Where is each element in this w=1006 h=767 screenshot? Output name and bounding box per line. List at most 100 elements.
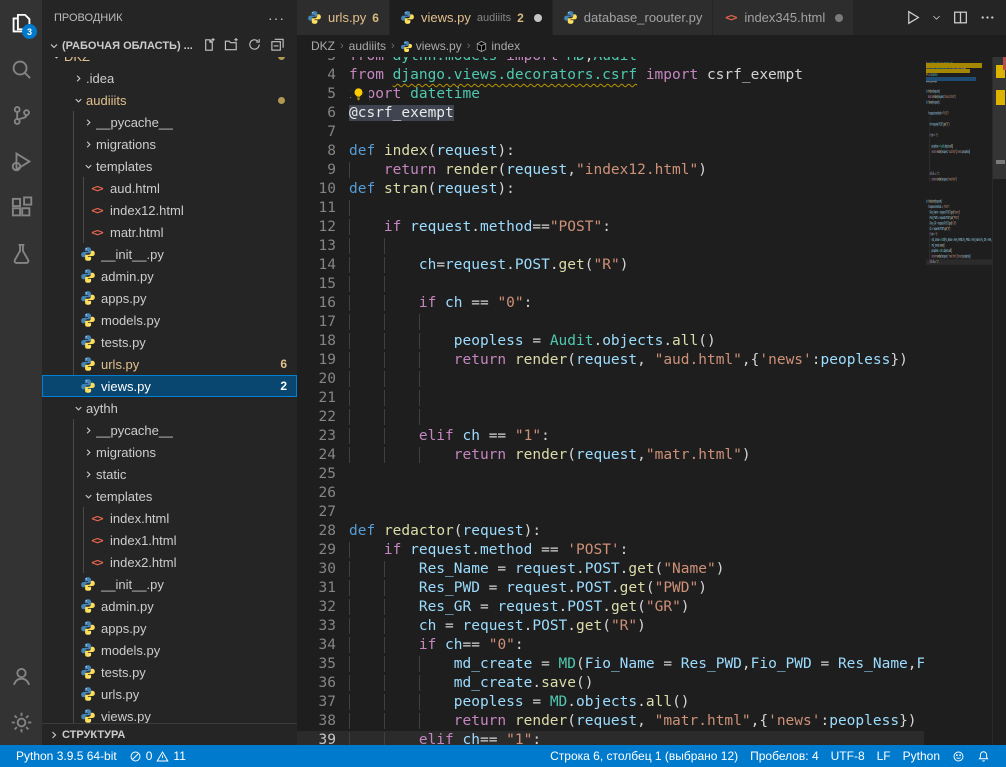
refresh-icon[interactable]: [247, 37, 262, 55]
tree-folder-DKZ[interactable]: DKZ: [42, 57, 297, 67]
breadcrumb-item-index[interactable]: index: [475, 39, 520, 53]
code-line-25[interactable]: 25: [297, 465, 924, 484]
code-line-33[interactable]: 33 ch = request.POST.get("R"): [297, 617, 924, 636]
overview-ruler-scrollbar[interactable]: [992, 57, 1006, 745]
code-line-3[interactable]: 3from aythh.models import MD,Audit: [297, 57, 924, 66]
code-line-34[interactable]: 34 if ch== "0":: [297, 636, 924, 655]
code-line-28[interactable]: 28def redactor(request):: [297, 522, 924, 541]
minimap[interactable]: 3from aythh.models import MD,Audit4from …: [924, 57, 992, 745]
tree-file-tests.py[interactable]: tests.py: [42, 331, 297, 353]
tree-file-__init__.py[interactable]: __init__.py: [42, 243, 297, 265]
run-icon[interactable]: [904, 9, 921, 26]
code-line-22[interactable]: 22: [297, 408, 924, 427]
tree-folder-templates[interactable]: templates: [42, 155, 297, 177]
code-line-6[interactable]: 6@csrf_exempt: [297, 104, 924, 123]
workspace-section-header[interactable]: (РАБОЧАЯ ОБЛАСТЬ) ...: [42, 35, 297, 57]
code-line-31[interactable]: 31 Res_PWD = request.POST.get("PWD"): [297, 579, 924, 598]
activity-settings-button[interactable]: [0, 699, 42, 745]
code-line-17[interactable]: 17: [297, 313, 924, 332]
tree-file-aud.html[interactable]: <>aud.html: [42, 177, 297, 199]
code-line-37[interactable]: 37 peopless = MD.objects.all(): [297, 693, 924, 712]
activity-source-control-button[interactable]: [0, 92, 42, 138]
tab-urls.py[interactable]: urls.py6: [297, 0, 390, 35]
code-line-10[interactable]: 10def stran(request):: [297, 180, 924, 199]
tree-file-matr.html[interactable]: <>matr.html: [42, 221, 297, 243]
activity-extensions-button[interactable]: [0, 184, 42, 230]
unsaved-dot-indicator[interactable]: [534, 14, 542, 22]
activity-testing-button[interactable]: [0, 230, 42, 276]
tree-folder-templates[interactable]: templates: [42, 485, 297, 507]
indentation-item[interactable]: Пробелов: 4: [744, 749, 825, 763]
activity-search-button[interactable]: [0, 46, 42, 92]
tab-database_roouter.py[interactable]: database_roouter.py: [553, 0, 714, 35]
tree-file-admin.py[interactable]: admin.py: [42, 265, 297, 287]
tree-file-__init__.py[interactable]: __init__.py: [42, 573, 297, 595]
notifications-item[interactable]: [971, 750, 996, 763]
code-line-19[interactable]: 19 return render(request, "aud.html",{'n…: [297, 351, 924, 370]
new-folder-icon[interactable]: [224, 37, 239, 55]
code-line-26[interactable]: 26: [297, 484, 924, 503]
code-line-30[interactable]: 30 Res_Name = request.POST.get("Name"): [297, 560, 924, 579]
code-line-11[interactable]: 11: [297, 199, 924, 218]
collapse-all-icon[interactable]: [270, 37, 285, 55]
breadcrumb-item-audiiits[interactable]: audiiits: [349, 39, 386, 53]
tree-file-views.py[interactable]: views.py: [42, 705, 297, 723]
explorer-more-actions-icon[interactable]: ···: [268, 10, 285, 26]
tree-file-admin.py[interactable]: admin.py: [42, 595, 297, 617]
activity-explorer-button[interactable]: 3: [0, 0, 42, 46]
tree-folder-static[interactable]: static: [42, 463, 297, 485]
code-line-36[interactable]: 36 md_create.save(): [297, 674, 924, 693]
code-line-20[interactable]: 20: [297, 370, 924, 389]
code-line-39[interactable]: 39 elif ch== "1":: [926, 259, 992, 265]
quick-fix-lightbulb-icon[interactable]: [351, 86, 369, 103]
feedback-item[interactable]: [946, 750, 971, 763]
code-line-23[interactable]: 23 elif ch == "1":: [297, 427, 924, 446]
breadcrumb-item-views.py[interactable]: views.py: [400, 39, 462, 53]
code-line-7[interactable]: 7: [297, 123, 924, 142]
code-line-16[interactable]: 16 if ch == "0":: [297, 294, 924, 313]
python-version-item[interactable]: Python 3.9.5 64-bit: [10, 745, 123, 767]
more-actions-icon[interactable]: [979, 9, 996, 26]
tree-folder-migrations[interactable]: migrations: [42, 133, 297, 155]
unsaved-dot-indicator[interactable]: [835, 14, 843, 22]
activity-account-button[interactable]: [0, 653, 42, 699]
tree-file-apps.py[interactable]: apps.py: [42, 287, 297, 309]
tree-file-index.html[interactable]: <>index.html: [42, 507, 297, 529]
tree-folder-.idea[interactable]: .idea: [42, 67, 297, 89]
code-line-24[interactable]: 24 return render(request,"matr.html"): [297, 446, 924, 465]
tree-file-index1.html[interactable]: <>index1.html: [42, 529, 297, 551]
activity-run-debug-button[interactable]: [0, 138, 42, 184]
tab-views.py[interactable]: views.pyaudiiits2: [390, 0, 553, 35]
cursor-position-item[interactable]: Строка 6, столбец 1 (выбрано 12): [544, 749, 744, 763]
code-line-32[interactable]: 32 Res_GR = request.POST.get("GR"): [297, 598, 924, 617]
code-line-5[interactable]: 5import datetime: [297, 85, 924, 104]
tree-folder-migrations[interactable]: migrations: [42, 441, 297, 463]
breadcrumb-item-DKZ[interactable]: DKZ: [311, 39, 335, 53]
tree-file-index12.html[interactable]: <>index12.html: [42, 199, 297, 221]
tree-file-apps.py[interactable]: apps.py: [42, 617, 297, 639]
tree-file-models.py[interactable]: models.py: [42, 309, 297, 331]
tree-file-models.py[interactable]: models.py: [42, 639, 297, 661]
eol-item[interactable]: LF: [871, 749, 897, 763]
code-line-18[interactable]: 18 peopless = Audit.objects.all(): [297, 332, 924, 351]
code-line-12[interactable]: 12 if request.method=="POST":: [297, 218, 924, 237]
tree-folder-__pycache__[interactable]: __pycache__: [42, 419, 297, 441]
code-line-38[interactable]: 38 return render(request, "matr.html",{'…: [297, 712, 924, 731]
code-line-4[interactable]: 4from django.views.decorators.csrf impor…: [297, 66, 924, 85]
tree-file-index2.html[interactable]: <>index2.html: [42, 551, 297, 573]
tree-folder-__pycache__[interactable]: __pycache__: [42, 111, 297, 133]
code-line-29[interactable]: 29 if request.method == 'POST':: [297, 541, 924, 560]
code-line-13[interactable]: 13: [297, 237, 924, 256]
split-editor-icon[interactable]: [952, 9, 969, 26]
encoding-item[interactable]: UTF-8: [825, 749, 871, 763]
tab-index345.html[interactable]: <>index345.html: [713, 0, 854, 35]
code-line-27[interactable]: 27: [297, 503, 924, 522]
code-line-21[interactable]: 21: [297, 389, 924, 408]
tree-file-urls.py[interactable]: urls.py: [42, 683, 297, 705]
code-scroll[interactable]: 3from aythh.models import MD,Audit4from …: [297, 57, 924, 745]
code-line-9[interactable]: 9 return render(request,"index12.html"): [297, 161, 924, 180]
new-file-icon[interactable]: [201, 37, 216, 55]
tree-folder-audiiits[interactable]: audiiits: [42, 89, 297, 111]
code-line-8[interactable]: 8def index(request):: [297, 142, 924, 161]
language-mode-item[interactable]: Python: [897, 749, 946, 763]
